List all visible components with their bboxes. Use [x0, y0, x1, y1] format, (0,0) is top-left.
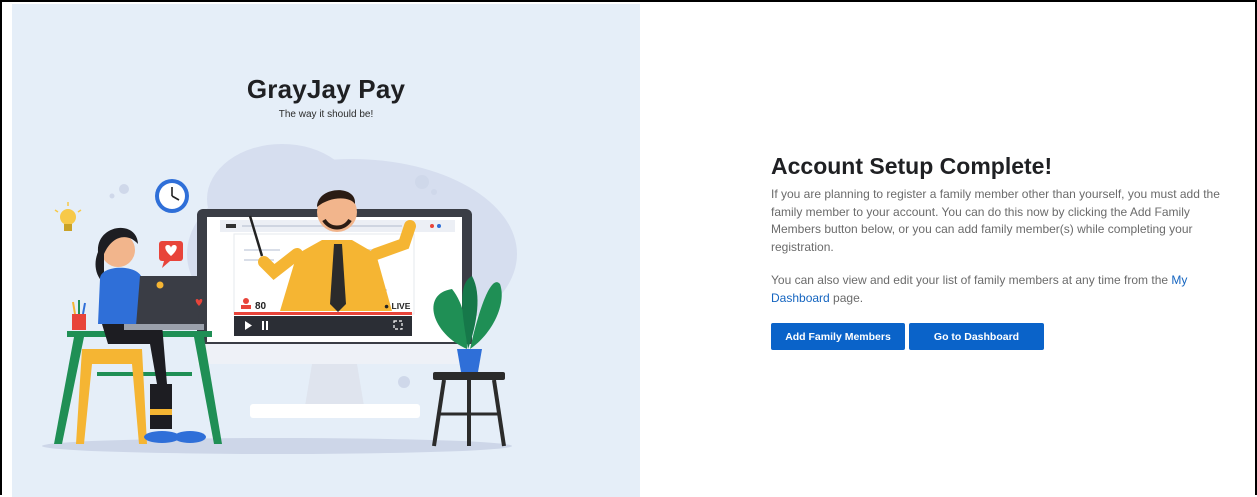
person-icon: [243, 298, 249, 304]
online-class-illustration: 80 ● LIVE: [42, 144, 517, 454]
add-family-members-button[interactable]: Add Family Members: [771, 323, 905, 350]
brand-panel: GrayJay Pay The way it should be! 80 ● L…: [12, 4, 640, 497]
dashboard-info: You can also view and edit your list of …: [771, 272, 1241, 307]
page-frame: GrayJay Pay The way it should be! 80 ● L…: [0, 0, 1257, 497]
dashboard-info-text: You can also view and edit your list of …: [771, 273, 1172, 287]
setup-complete-section: Account Setup Complete! If you are plann…: [771, 152, 1241, 350]
go-to-dashboard-button[interactable]: Go to Dashboard: [909, 323, 1044, 350]
dashboard-info-suffix: page.: [829, 290, 864, 305]
live-badge: ● LIVE: [384, 301, 411, 311]
setup-title: Account Setup Complete!: [771, 153, 1053, 179]
viewer-count-value: 80: [255, 301, 267, 312]
floor-shadow: [42, 438, 512, 454]
action-buttons: Add Family Members Go to Dashboard: [771, 323, 1241, 350]
lightbulb-icon: [54, 202, 82, 231]
clock-icon: [155, 179, 189, 213]
family-member-instructions: If you are planning to register a family…: [771, 187, 1220, 254]
heart-message-icon: [159, 241, 183, 268]
